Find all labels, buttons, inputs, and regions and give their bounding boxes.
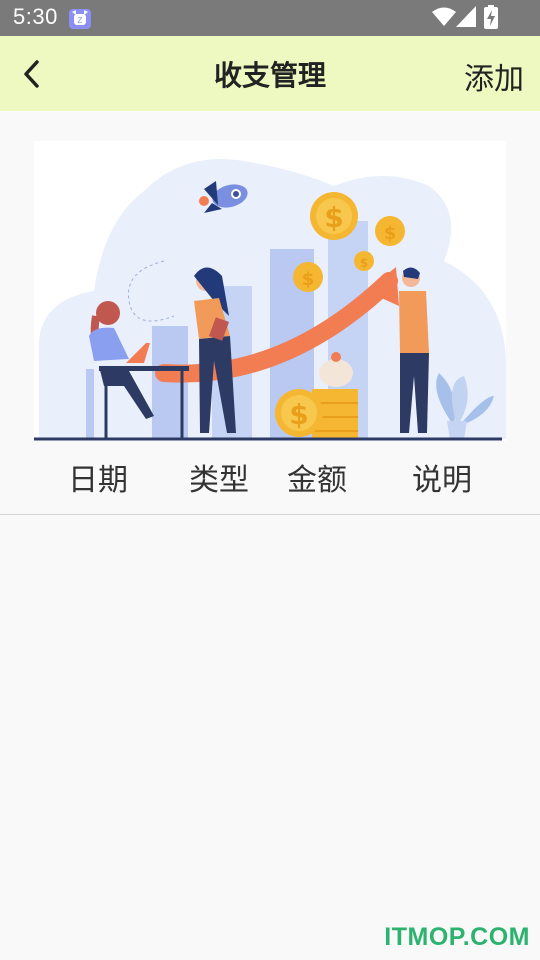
watermark: ITMOP.COM <box>384 923 530 951</box>
wifi-icon <box>432 7 456 26</box>
finance-growth-illustration: $ $ $ $ $ <box>34 141 506 441</box>
svg-text:$: $ <box>289 398 308 431</box>
notification-cat-icon: Z <box>69 9 91 29</box>
table-header: 日期 类型 金额 说明 <box>0 455 540 501</box>
svg-text:$: $ <box>302 269 315 290</box>
signal-icon <box>456 6 476 27</box>
svg-text:$: $ <box>384 223 397 244</box>
svg-text:$: $ <box>360 256 368 270</box>
column-header-description: 说明 <box>412 463 472 498</box>
column-header-date: 日期 <box>68 463 128 498</box>
page-title: 收支管理 <box>213 59 326 92</box>
column-header-type: 类型 <box>189 463 249 498</box>
add-button[interactable]: 添加 <box>464 54 524 98</box>
records-list[interactable] <box>0 515 540 960</box>
status-time: 5:30 <box>13 4 58 29</box>
svg-text:Z: Z <box>78 16 83 25</box>
battery-charging-icon <box>484 5 498 29</box>
column-header-amount: 金额 <box>287 463 347 498</box>
status-bar: 5:30 Z <box>0 0 540 36</box>
app-bar: 收支管理 添加 <box>0 36 540 111</box>
svg-text:$: $ <box>324 201 343 234</box>
coin-icon: $ <box>310 192 358 240</box>
